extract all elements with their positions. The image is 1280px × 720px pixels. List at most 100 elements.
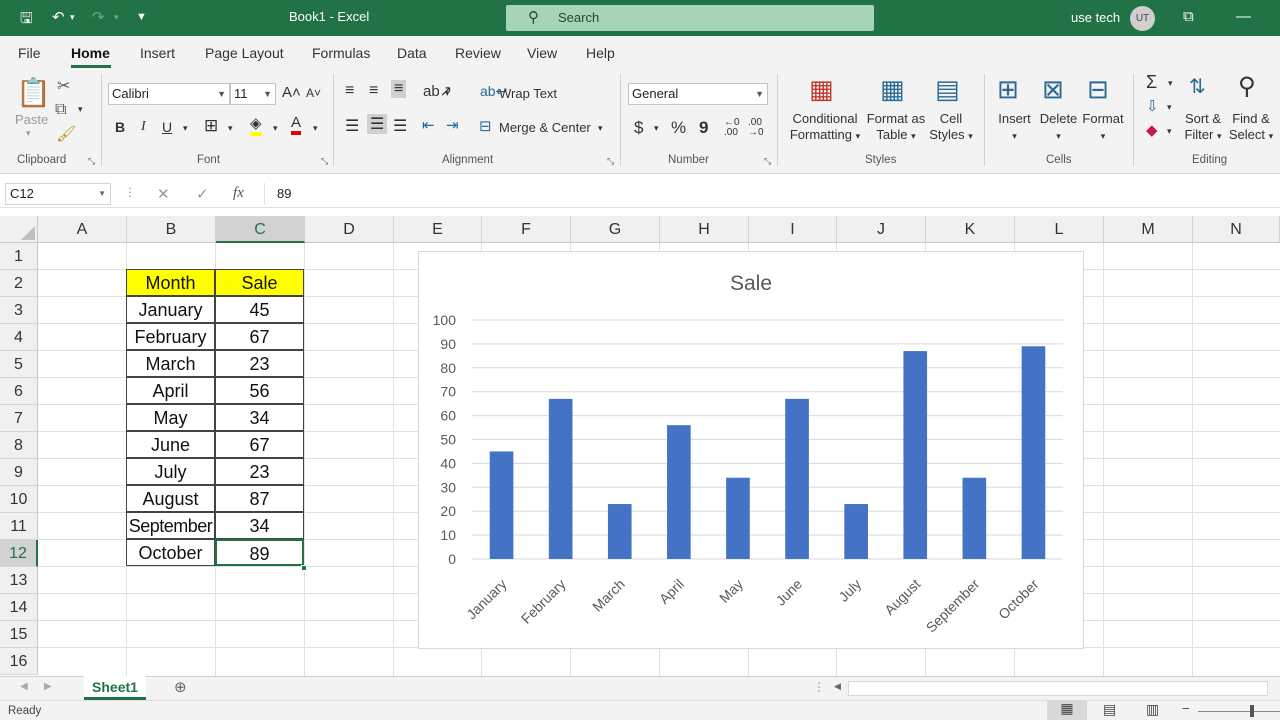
decrease-indent-icon[interactable]: ⇤ [422, 116, 435, 134]
row-header[interactable]: 14 [0, 594, 38, 621]
tab-view[interactable]: View [527, 45, 557, 61]
row-header[interactable]: 4 [0, 324, 38, 351]
percent-button[interactable]: % [671, 118, 686, 138]
cut-icon[interactable]: ✂ [57, 76, 70, 96]
tab-data[interactable]: Data [397, 45, 427, 61]
align-center-icon[interactable]: ☰ [367, 114, 388, 134]
row-header[interactable]: 3 [0, 297, 38, 324]
row-header[interactable]: 15 [0, 621, 38, 648]
column-header[interactable]: D [305, 216, 394, 243]
fill-color-dropdown-icon[interactable]: ▾ [273, 123, 278, 134]
comma-style-button[interactable]: 9 [699, 118, 708, 138]
save-icon[interactable]: 🖫 [20, 8, 33, 33]
clipboard-launcher-icon[interactable]: ⤡ [88, 156, 95, 167]
month-cell[interactable]: August [126, 485, 215, 512]
month-cell[interactable]: September [126, 512, 215, 539]
delete-cells-icon[interactable]: ⊠ [1042, 74, 1064, 105]
column-header[interactable]: E [394, 216, 482, 243]
sort-filter-icon[interactable]: ⇅ [1189, 74, 1206, 99]
insert-cells-icon[interactable]: ⊞ [997, 74, 1019, 105]
row-header[interactable]: 10 [0, 486, 38, 513]
column-header[interactable]: J [837, 216, 926, 243]
underline-dropdown-icon[interactable]: ▾ [183, 123, 188, 134]
font-launcher-icon[interactable]: ⤡ [321, 156, 328, 167]
worksheet-grid[interactable]: A B C D E F G H I J K L M N 1 2 3 4 5 6 … [0, 216, 1280, 676]
scroll-right-icon[interactable]: ▶ [44, 681, 52, 692]
delete-cells-button[interactable]: Delete ▾ [1036, 111, 1081, 144]
column-header[interactable]: H [660, 216, 749, 243]
find-select-button[interactable]: Find & Select ▾ [1226, 111, 1276, 144]
paste-label[interactable]: Paste [15, 112, 48, 127]
bold-button[interactable]: B [115, 119, 125, 135]
find-select-icon[interactable]: ⚲ [1238, 72, 1256, 101]
column-header[interactable]: I [749, 216, 837, 243]
normal-view-icon[interactable]: ▦ [1047, 700, 1087, 720]
month-cell[interactable]: January [126, 296, 215, 323]
month-cell[interactable]: July [126, 458, 215, 485]
fill-color-icon[interactable]: ◈ [250, 116, 262, 136]
month-cell[interactable]: June [126, 431, 215, 458]
search-box[interactable]: ⚲ Search [506, 5, 874, 31]
table-header-sale[interactable]: Sale [215, 269, 304, 296]
font-size-select[interactable]: 11 ▼ [230, 83, 276, 105]
row-header[interactable]: 1 [0, 243, 38, 270]
cell-styles-icon[interactable]: ▤ [935, 74, 960, 105]
month-cell[interactable]: April [126, 377, 215, 404]
increase-font-icon[interactable]: A˄ [282, 84, 301, 101]
insert-cells-button[interactable]: Insert ▾ [992, 111, 1037, 144]
conditional-formatting-icon[interactable]: ▦ [809, 74, 834, 105]
column-header[interactable]: B [127, 216, 216, 243]
select-all-button[interactable] [0, 216, 38, 243]
italic-button[interactable]: I [141, 119, 146, 135]
column-header[interactable]: G [571, 216, 660, 243]
sale-cell[interactable]: 23 [215, 350, 304, 377]
add-sheet-icon[interactable]: ⊕ [174, 678, 187, 696]
format-painter-icon[interactable]: 🖌 [56, 124, 76, 144]
tab-page-layout[interactable]: Page Layout [205, 45, 284, 61]
underline-button[interactable]: U [162, 119, 172, 135]
sort-filter-button[interactable]: Sort & Filter ▾ [1180, 111, 1226, 144]
month-cell[interactable]: February [126, 323, 215, 350]
row-header[interactable]: 11 [0, 513, 38, 540]
formula-input[interactable]: 89 [264, 183, 1274, 205]
column-header-selected[interactable]: C [216, 216, 305, 243]
conditional-formatting-button[interactable]: Conditional Formatting ▾ [785, 111, 865, 144]
zoom-out-icon[interactable]: − [1182, 701, 1190, 716]
zoom-slider[interactable] [1198, 711, 1280, 712]
name-box[interactable]: C12 ▼ [5, 183, 111, 205]
copy-icon[interactable]: ⧉ [55, 101, 66, 119]
horizontal-scrollbar[interactable] [848, 681, 1268, 696]
font-color-dropdown-icon[interactable]: ▾ [313, 123, 318, 134]
fill-icon[interactable]: ⇩ [1146, 97, 1159, 115]
splitter-grip-icon[interactable]: ⋮ [813, 680, 825, 694]
cell-styles-button[interactable]: Cell Styles ▾ [925, 111, 977, 144]
minimize-icon[interactable]: — [1236, 8, 1251, 25]
decrease-decimal-icon[interactable]: .00 →0 [748, 118, 764, 138]
autosum-icon[interactable]: Σ [1146, 72, 1157, 93]
copy-dropdown-icon[interactable]: ▾ [78, 104, 83, 115]
scroll-left-h-icon[interactable]: ◀ [834, 681, 841, 692]
top-align-icon[interactable]: ≡ [345, 82, 354, 100]
row-header[interactable]: 5 [0, 351, 38, 378]
paste-icon[interactable]: 📋 [16, 76, 51, 109]
row-header[interactable]: 13 [0, 567, 38, 594]
cancel-edit-icon[interactable]: ✕ [157, 185, 170, 203]
sale-cell[interactable]: 87 [215, 485, 304, 512]
currency-button[interactable]: $ [634, 118, 643, 138]
month-cell[interactable]: October [126, 539, 215, 566]
paste-dropdown-icon[interactable]: ▾ [26, 128, 31, 139]
user-name[interactable]: use tech [1071, 10, 1120, 25]
align-left-icon[interactable]: ☰ [345, 116, 359, 136]
tab-help[interactable]: Help [586, 45, 615, 61]
scroll-left-icon[interactable]: ◀ [20, 681, 28, 692]
wrap-text-button[interactable]: Wrap Text [499, 86, 557, 101]
row-header[interactable]: 6 [0, 378, 38, 405]
sale-cell[interactable]: 45 [215, 296, 304, 323]
page-break-view-icon[interactable]: ▥ [1146, 701, 1159, 718]
row-header[interactable]: 16 [0, 648, 38, 675]
sale-cell[interactable]: 23 [215, 458, 304, 485]
ribbon-display-icon[interactable]: ⧉ [1183, 8, 1194, 25]
merge-center-icon[interactable]: ⊟ [479, 117, 492, 135]
borders-dropdown-icon[interactable]: ▾ [228, 123, 233, 134]
decrease-font-icon[interactable]: A˅ [306, 86, 321, 100]
